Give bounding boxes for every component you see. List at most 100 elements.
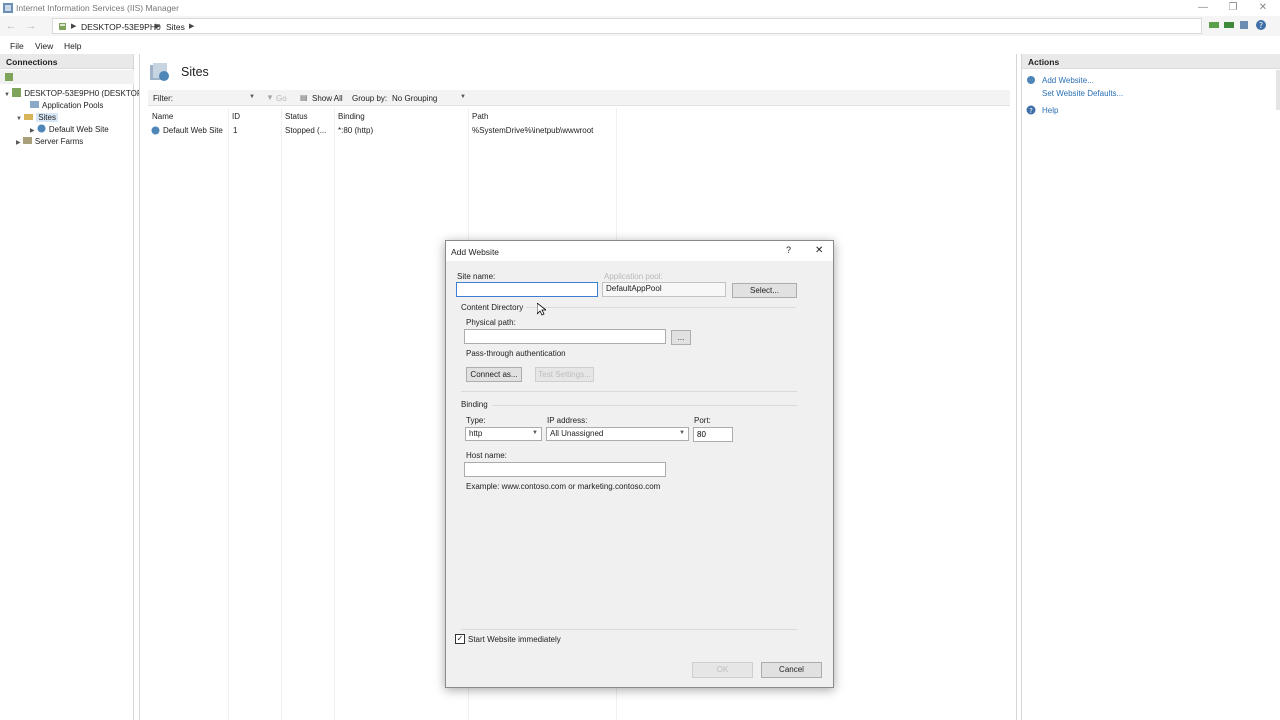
column-divider — [281, 108, 282, 720]
chevron-down-icon[interactable]: ▼ — [460, 94, 466, 100]
add-website-link[interactable]: Add Website... — [1042, 76, 1094, 85]
breadcrumb-sites[interactable]: Sites — [166, 22, 185, 32]
tree-item-server[interactable]: ▼ DESKTOP-53E9PH0 (DESKTOP — [4, 88, 142, 98]
sites-icon — [150, 63, 169, 81]
filter-bar: Filter: ▼ ▼ Go ▤ Show All Group by: No G… — [148, 90, 1010, 106]
restore-icon[interactable]: ❐ — [1226, 1, 1240, 15]
column-header-id[interactable]: ID — [232, 112, 240, 121]
host-name-label: Host name: — [466, 451, 507, 460]
ip-address-label: IP address: — [547, 416, 588, 425]
tree-item-sites[interactable]: ▼ Sites — [16, 112, 58, 122]
cell-id: 1 — [233, 126, 238, 135]
ip-address-select[interactable]: All Unassigned ▼ — [546, 427, 689, 441]
group-divider — [461, 391, 797, 392]
home-icon[interactable] — [1238, 19, 1250, 31]
chevron-down-icon: ▼ — [532, 430, 538, 436]
page-title: Sites — [181, 65, 209, 79]
globe-icon — [151, 126, 160, 135]
tree-label: Default Web Site — [48, 125, 109, 134]
go-button[interactable]: Go — [276, 94, 287, 103]
scrollbar[interactable] — [1276, 70, 1280, 110]
cancel-button[interactable]: Cancel — [761, 662, 822, 678]
help-icon[interactable]: ? — [1255, 19, 1267, 31]
type-label: Type: — [466, 416, 486, 425]
help-icon[interactable]: ? — [786, 245, 791, 255]
refresh-icon[interactable] — [1208, 19, 1220, 31]
connect-icon[interactable] — [4, 72, 14, 82]
port-input[interactable] — [693, 427, 733, 442]
breadcrumb[interactable]: ▶ DESKTOP-53E9PH0 ▶ Sites ▶ — [52, 18, 1202, 34]
site-name-input[interactable] — [456, 282, 598, 297]
show-all-button[interactable]: Show All — [312, 94, 343, 103]
column-header-status[interactable]: Status — [285, 112, 308, 121]
back-arrow-icon[interactable]: ← — [3, 18, 19, 34]
chevron-right-icon[interactable]: ▶ — [30, 128, 35, 134]
test-settings-button[interactable]: Test Settings... — [535, 367, 594, 382]
group-by-select[interactable]: No Grouping — [392, 94, 437, 103]
close-icon[interactable]: ✕ — [815, 245, 823, 256]
menu-view[interactable]: View — [35, 41, 53, 51]
ok-button[interactable]: OK — [692, 662, 753, 678]
server-icon — [59, 23, 66, 30]
tree-item-default-site[interactable]: ▶ Default Web Site — [30, 124, 109, 134]
set-website-defaults-link[interactable]: Set Website Defaults... — [1042, 89, 1123, 98]
close-window-icon[interactable]: ✕ — [1256, 1, 1270, 15]
window-title: Internet Information Services (IIS) Mana… — [16, 3, 179, 13]
chevron-right-icon[interactable]: ▶ — [16, 140, 21, 146]
app-pool-icon — [30, 101, 39, 108]
ip-address-value: All Unassigned — [550, 429, 604, 438]
dialog-title: Add Website — [451, 247, 500, 257]
column-header-binding[interactable]: Binding — [338, 112, 365, 121]
folder-icon — [24, 114, 34, 120]
chevron-down-icon[interactable]: ▼ — [4, 92, 10, 98]
browse-button[interactable]: ... — [671, 330, 691, 345]
table-row[interactable]: Default Web Site 1 Stopped (... *:80 (ht… — [148, 125, 748, 137]
connect-as-button[interactable]: Connect as... — [466, 367, 522, 382]
tree-label: Server Farms — [34, 137, 84, 146]
type-select[interactable]: http ▼ — [465, 427, 542, 441]
type-value: http — [469, 429, 483, 438]
help-icon: ? — [1026, 105, 1036, 115]
iis-app-icon — [3, 3, 13, 13]
breadcrumb-server[interactable]: DESKTOP-53E9PH0 — [81, 22, 161, 32]
filter-input[interactable] — [178, 92, 258, 104]
stop-icon[interactable] — [1223, 19, 1235, 31]
chevron-right-icon: ▶ — [155, 23, 161, 30]
minimize-icon[interactable]: — — [1196, 1, 1210, 15]
funnel-icon: ▼ — [266, 93, 274, 102]
chevron-right-icon: ▶ — [71, 23, 77, 30]
connections-header: Connections — [0, 54, 133, 69]
actions-panel: Actions Add Website... Set Website Defau… — [1021, 54, 1280, 720]
tree-item-server-farms[interactable]: ▶ Server Farms — [16, 136, 83, 146]
tree-item-app-pools[interactable]: Application Pools — [30, 100, 103, 110]
cell-name: Default Web Site — [163, 126, 223, 135]
chevron-down-icon[interactable]: ▼ — [16, 116, 22, 122]
menu-help[interactable]: Help — [64, 41, 81, 51]
server-icon — [12, 88, 22, 97]
content-directory-label: Content Directory — [461, 303, 524, 312]
column-header-path[interactable]: Path — [472, 112, 488, 121]
mouse-cursor-icon — [537, 303, 546, 316]
start-website-checkbox[interactable]: ✓ — [455, 634, 465, 644]
forward-arrow-icon[interactable]: → — [23, 18, 39, 34]
host-name-input[interactable] — [464, 462, 666, 477]
help-link[interactable]: Help — [1042, 106, 1058, 115]
group-divider — [492, 405, 797, 406]
actions-header: Actions — [1022, 54, 1280, 69]
app-pool-label: Application pool: — [604, 272, 663, 281]
host-name-example: Example: www.contoso.com or marketing.co… — [466, 482, 661, 491]
dialog-title-bar: Add Website ? ✕ — [446, 241, 833, 261]
connections-toolbar — [0, 70, 134, 84]
tree-label: Application Pools — [42, 101, 104, 110]
svg-text:?: ? — [1259, 21, 1263, 30]
physical-path-label: Physical path: — [466, 318, 516, 327]
start-website-label: Start Website immediately — [468, 635, 561, 644]
menu-file[interactable]: File — [10, 41, 24, 51]
group-by-label: Group by: — [352, 94, 388, 103]
chevron-down-icon[interactable]: ▼ — [249, 94, 255, 100]
chevron-down-icon: ▼ — [679, 430, 685, 436]
physical-path-input[interactable] — [464, 329, 666, 344]
column-header-name[interactable]: Name — [152, 112, 173, 121]
menu-bar: File View Help — [0, 38, 1280, 54]
select-button[interactable]: Select... — [732, 283, 797, 298]
